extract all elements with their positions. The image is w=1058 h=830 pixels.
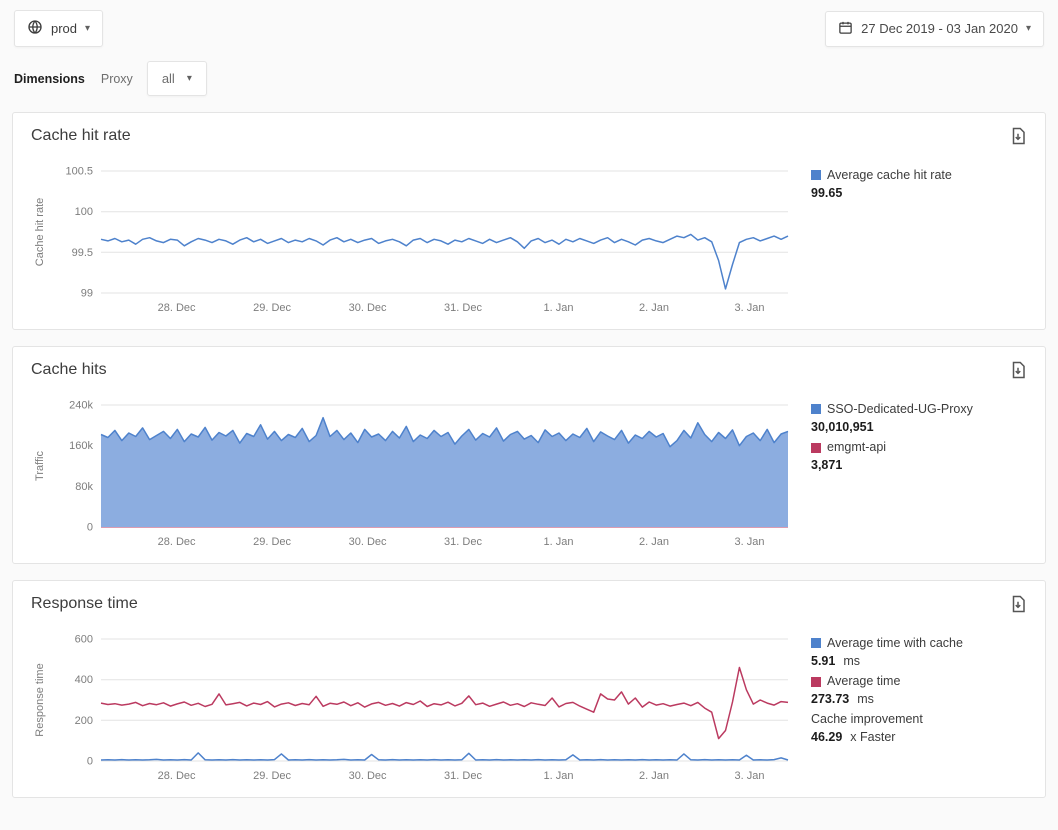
svg-text:29. Dec: 29. Dec [253,302,291,314]
legend-entry: Cache improvement 46.29x Faster [811,711,1023,745]
environment-label: prod [51,21,77,36]
chart-card-response-time: Response time 0 200 400 600 28. Dec 29. Dec 30… [12,580,1046,798]
svg-text:2. Jan: 2. Jan [639,536,669,548]
legend-entry: Average time 273.73ms [811,673,1023,707]
svg-text:29. Dec: 29. Dec [253,536,291,548]
svg-text:3. Jan: 3. Jan [735,770,765,782]
legend-swatch [811,638,821,648]
export-report-icon [1009,133,1027,148]
export-report-icon [1009,601,1027,616]
export-report-button[interactable] [1007,125,1029,150]
export-report-button[interactable] [1007,359,1029,384]
chart-card-cache-hit-rate: Cache hit rate 99 99.5 100 100.5 28. Dec 29. … [12,112,1046,330]
legend-entry: Average time with cache 5.91ms [811,635,1023,669]
environment-selector[interactable]: prod ▾ [14,10,103,47]
filters-bar: Dimensions Proxy all ▾ [14,61,1044,96]
legend-value: 273.73ms [811,691,1023,707]
svg-text:28. Dec: 28. Dec [158,536,196,548]
svg-text:Response time: Response time [34,663,46,736]
svg-text:1. Jan: 1. Jan [544,302,574,314]
svg-text:3. Jan: 3. Jan [735,536,765,548]
chart-canvas: 0 80k 160k 240k 28. Dec 29. Dec 30. Dec 31. Dec… [31,383,803,553]
legend-label: SSO-Dedicated-UG-Proxy [827,401,973,418]
export-report-icon [1009,367,1027,382]
legend-value: 99.65 [811,185,1023,201]
dimension-value-label: all [162,71,175,86]
legend-value: 5.91ms [811,653,1023,669]
export-report-button[interactable] [1007,593,1029,618]
chart-canvas: 99 99.5 100 100.5 28. Dec 29. Dec 30. Dec 31. D… [31,149,803,319]
svg-text:Traffic: Traffic [34,451,46,481]
legend-label: Average time with cache [827,635,963,652]
legend-entry: emgmt-api 3,871 [811,439,1023,473]
chart-title: Cache hits [31,361,1027,379]
legend-label: Average cache hit rate [827,167,952,184]
svg-text:30. Dec: 30. Dec [349,302,387,314]
svg-text:1. Jan: 1. Jan [544,770,574,782]
chart-legend: SSO-Dedicated-UG-Proxy 30,010,951 emgmt-… [811,383,1023,477]
legend-swatch [811,443,821,453]
date-range-picker[interactable]: 27 Dec 2019 - 03 Jan 2020 ▾ [825,11,1044,47]
legend-label: Average time [827,673,900,690]
svg-text:31. Dec: 31. Dec [444,770,482,782]
dimension-proxy-label: Proxy [101,72,133,86]
svg-text:30. Dec: 30. Dec [349,536,387,548]
chart-legend: Average time with cache 5.91ms Average t… [811,617,1023,749]
svg-text:Cache hit rate: Cache hit rate [34,198,46,266]
topbar: prod ▾ 27 Dec 2019 - 03 Jan 2020 ▾ [0,0,1058,47]
svg-text:100.5: 100.5 [65,166,93,178]
legend-swatch [811,170,821,180]
svg-text:3. Jan: 3. Jan [735,302,765,314]
chevron-down-icon: ▾ [85,24,90,34]
dimension-value-select[interactable]: all ▾ [147,61,207,96]
svg-text:0: 0 [87,522,93,534]
chart-title: Response time [31,595,1027,613]
calendar-icon [838,20,853,38]
legend-label: emgmt-api [827,439,886,456]
svg-text:1. Jan: 1. Jan [544,536,574,548]
chart-title: Cache hit rate [31,127,1027,145]
dimensions-label: Dimensions [14,72,85,86]
svg-text:2. Jan: 2. Jan [639,302,669,314]
svg-text:0: 0 [87,756,93,768]
chevron-down-icon: ▾ [187,74,192,84]
chart-canvas: 0 200 400 600 28. Dec 29. Dec 30. Dec 31. Dec 1.… [31,617,803,787]
svg-text:100: 100 [75,206,93,218]
svg-text:160k: 160k [69,440,93,452]
svg-text:29. Dec: 29. Dec [253,770,291,782]
legend-entry: Average cache hit rate 99.65 [811,167,1023,201]
globe-icon [27,19,43,38]
chart-legend: Average cache hit rate 99.65 [811,149,1023,205]
legend-label: Cache improvement [811,711,923,728]
svg-text:31. Dec: 31. Dec [444,536,482,548]
svg-text:99: 99 [81,288,93,300]
svg-text:30. Dec: 30. Dec [349,770,387,782]
svg-text:400: 400 [75,674,93,686]
svg-text:240k: 240k [69,400,93,412]
svg-text:28. Dec: 28. Dec [158,302,196,314]
legend-value: 30,010,951 [811,419,1023,435]
svg-text:28. Dec: 28. Dec [158,770,196,782]
legend-value: 46.29x Faster [811,729,1023,745]
svg-text:200: 200 [75,715,93,727]
legend-swatch [811,677,821,687]
chevron-down-icon: ▾ [1026,24,1031,34]
chart-card-cache-hits: Cache hits 0 80k 160k 240k 28. Dec 29. Dec 30.… [12,346,1046,564]
svg-text:600: 600 [75,634,93,646]
svg-text:80k: 80k [75,481,93,493]
legend-entry: SSO-Dedicated-UG-Proxy 30,010,951 [811,401,1023,435]
legend-value: 3,871 [811,457,1023,473]
svg-text:99.5: 99.5 [72,247,93,259]
svg-text:31. Dec: 31. Dec [444,302,482,314]
date-range-label: 27 Dec 2019 - 03 Jan 2020 [861,21,1018,36]
legend-swatch [811,404,821,414]
svg-text:2. Jan: 2. Jan [639,770,669,782]
